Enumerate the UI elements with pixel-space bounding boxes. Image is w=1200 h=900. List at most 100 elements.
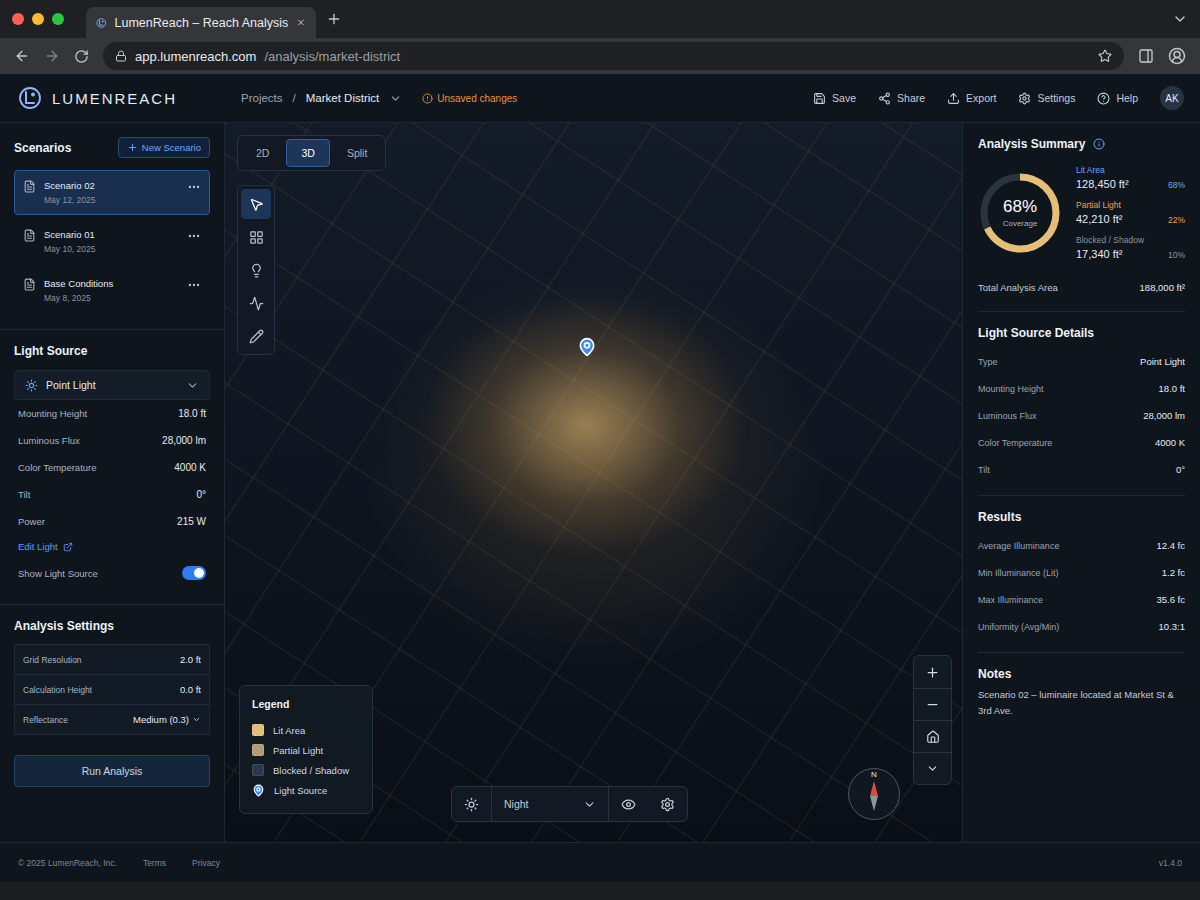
- property-row: Tilt0°: [14, 481, 210, 508]
- new-tab-button[interactable]: [326, 11, 342, 27]
- forward-icon[interactable]: [44, 48, 60, 64]
- chevron-down-icon: [186, 379, 199, 392]
- info-icon[interactable]: [1093, 138, 1105, 150]
- edit-light-link[interactable]: Edit Light: [14, 535, 210, 558]
- bookmark-star-icon[interactable]: [1098, 49, 1112, 63]
- more-options-icon[interactable]: [187, 278, 201, 292]
- url-field[interactable]: app.lumenreach.com/analysis/market-distr…: [103, 42, 1124, 70]
- light-type-select[interactable]: Point Light: [14, 370, 210, 400]
- map-bottom-bar: Night: [451, 786, 688, 822]
- address-bar: app.lumenreach.com/analysis/market-distr…: [0, 38, 1200, 74]
- map-settings-button[interactable]: [648, 787, 687, 821]
- copyright: © 2025 LumenReach, Inc.: [18, 858, 117, 868]
- more-options-icon[interactable]: [187, 180, 201, 194]
- help-icon: [1097, 92, 1110, 105]
- minus-icon: [925, 697, 940, 712]
- legend-item: Partial Light: [252, 740, 360, 760]
- gear-icon: [660, 797, 675, 812]
- light-source-pin[interactable]: [577, 337, 597, 357]
- map-view[interactable]: 2D3DSplitLegendLit AreaPartial LightBloc…: [225, 123, 962, 842]
- user-avatar[interactable]: AK: [1160, 86, 1184, 110]
- chevron-down-icon[interactable]: [389, 92, 402, 105]
- breadcrumb-current[interactable]: Market District: [306, 92, 379, 104]
- back-icon[interactable]: [14, 48, 30, 64]
- footer-link[interactable]: Privacy: [192, 858, 220, 868]
- run-analysis-button[interactable]: Run Analysis: [14, 755, 210, 787]
- scenario-item[interactable]: Scenario 02May 12, 2025: [14, 170, 210, 215]
- setting-field[interactable]: Calculation Height0.0 ft: [14, 674, 210, 705]
- export-button[interactable]: Export: [947, 92, 996, 105]
- property-row: Luminous Flux28,000 lm: [14, 427, 210, 454]
- eye-icon: [621, 797, 636, 812]
- more-controls-button[interactable]: [914, 752, 951, 784]
- new-scenario-button[interactable]: New Scenario: [118, 137, 210, 158]
- view-tab[interactable]: Split: [332, 139, 382, 167]
- show-light-source-toggle[interactable]: [182, 566, 206, 580]
- window-controls: [12, 13, 64, 25]
- more-options-icon[interactable]: [187, 229, 201, 243]
- legend-swatch: [252, 764, 264, 776]
- brand[interactable]: LUMENREACH: [0, 86, 225, 110]
- chart-tool-button[interactable]: [241, 288, 271, 318]
- lock-icon: [115, 50, 127, 62]
- visibility-button[interactable]: [609, 787, 648, 821]
- map-pin-icon: [252, 784, 265, 797]
- result-row: Max Illuminance35.6 fc: [978, 586, 1185, 613]
- setting-select[interactable]: ReflectanceMedium (0.3): [14, 704, 210, 735]
- profile-icon[interactable]: [1168, 47, 1186, 65]
- lighting-mode-button[interactable]: [452, 787, 491, 821]
- coverage-item: Lit Area128,450 ft²68%: [1076, 165, 1185, 190]
- scenarios-section: Scenarios New Scenario Scenario 02May 12, …: [0, 123, 224, 330]
- workspace: Scenarios New Scenario Scenario 02May 12, …: [0, 123, 1200, 842]
- app-version: v1.4.0: [1159, 858, 1182, 868]
- breadcrumb-separator: /: [293, 92, 296, 104]
- plus-icon: [326, 11, 342, 27]
- notes-section: NotesScenario 02 – luminaire located at …: [978, 653, 1185, 731]
- save-button[interactable]: Save: [813, 92, 856, 105]
- compass[interactable]: N: [848, 768, 900, 820]
- maximize-window-icon[interactable]: [52, 13, 64, 25]
- share-button[interactable]: Share: [878, 92, 925, 105]
- footer-link[interactable]: Terms: [143, 858, 166, 868]
- home-view-button[interactable]: [914, 720, 951, 752]
- compass-needle-icon: [868, 779, 880, 813]
- sun-icon: [464, 797, 479, 812]
- chevron-down-icon: [1172, 11, 1188, 27]
- plus-icon: [127, 142, 138, 153]
- light-tool-button[interactable]: [241, 255, 271, 285]
- close-tab-icon[interactable]: [296, 16, 306, 29]
- scenario-item[interactable]: Scenario 01May 10, 2025: [14, 219, 210, 264]
- time-of-day-select[interactable]: Night: [491, 787, 609, 821]
- side-panel-icon[interactable]: [1138, 48, 1154, 64]
- minimize-window-icon[interactable]: [32, 13, 44, 25]
- zoom-out-button[interactable]: [914, 688, 951, 720]
- help-button[interactable]: Help: [1097, 92, 1138, 105]
- breadcrumb-link[interactable]: Projects: [241, 92, 283, 104]
- zoom-in-button[interactable]: [914, 656, 951, 688]
- browser-window: LumenReach – Reach Analysis app.lumenreac…: [0, 0, 1200, 900]
- reload-icon[interactable]: [74, 49, 89, 64]
- analysis-summary-section: Analysis Summary68%CoverageLit Area128,4…: [978, 123, 1185, 312]
- grid-tool-button[interactable]: [241, 222, 271, 252]
- settings-button[interactable]: Settings: [1018, 92, 1075, 105]
- scenario-item[interactable]: Base ConditionsMay 8, 2025: [14, 268, 210, 313]
- coverage-item: Partial Light42,210 ft²22%: [1076, 200, 1185, 225]
- brand-name: LUMENREACH: [52, 90, 177, 107]
- show-light-source-row: Show Light Source: [14, 558, 210, 588]
- section-title: Light Source: [14, 344, 210, 358]
- detail-row: Tilt0°: [978, 456, 1185, 483]
- pencil-tool-button[interactable]: [241, 321, 271, 351]
- tab-list-button[interactable]: [1172, 11, 1188, 27]
- view-tab[interactable]: 2D: [241, 139, 284, 167]
- light-source-details-section: Light Source DetailsTypePoint LightMount…: [978, 312, 1185, 496]
- scenario-list: Scenario 02May 12, 2025Scenario 01May 10…: [14, 170, 210, 313]
- map-pin-icon: [577, 337, 597, 357]
- browser-tab[interactable]: LumenReach – Reach Analysis: [86, 7, 316, 38]
- setting-field[interactable]: Grid Resolution2.0 ft: [14, 644, 210, 675]
- section-title: Scenarios: [14, 141, 71, 155]
- select-tool-button[interactable]: [241, 189, 271, 219]
- detail-row: Mounting Height18.0 ft: [978, 375, 1185, 402]
- view-tab[interactable]: 3D: [286, 139, 329, 167]
- close-window-icon[interactable]: [12, 13, 24, 25]
- legend-swatch: [252, 744, 264, 756]
